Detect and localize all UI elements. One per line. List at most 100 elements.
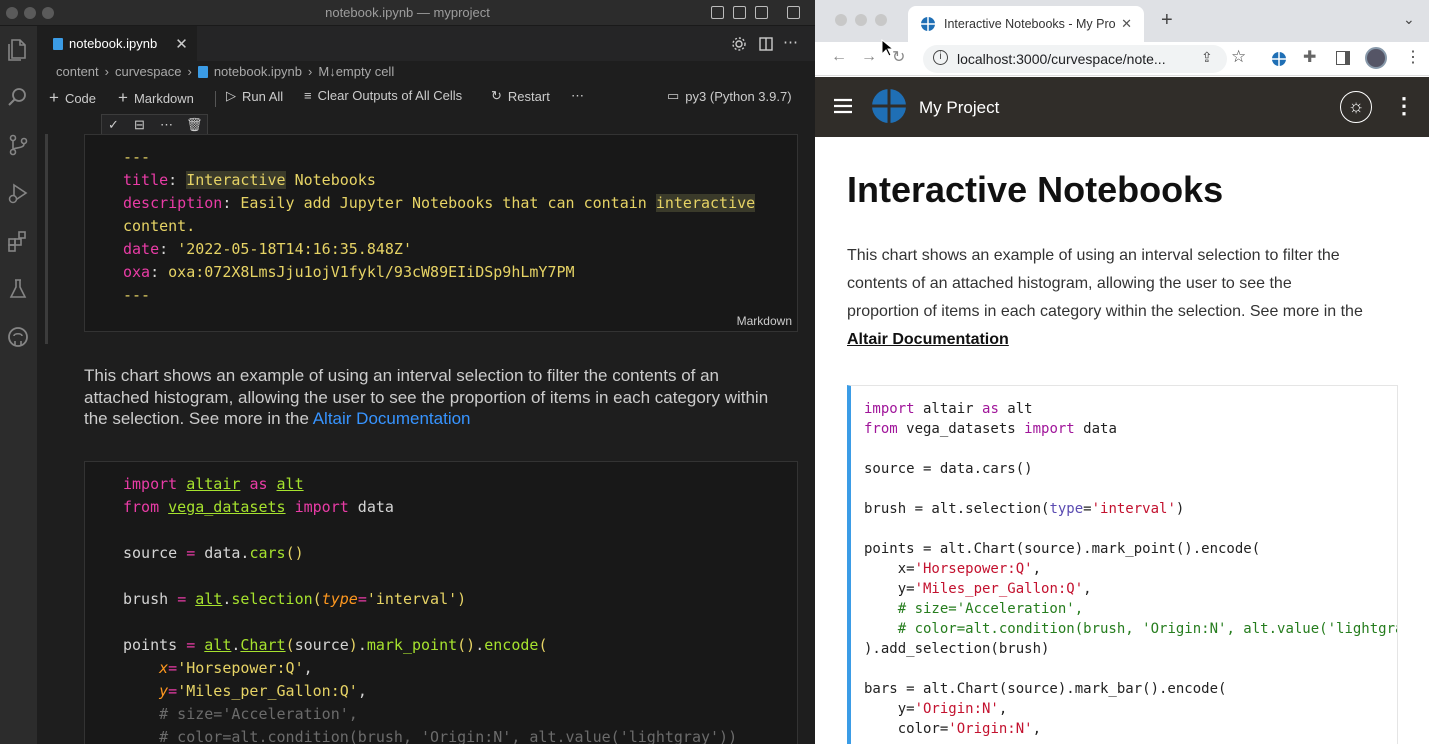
star-icon[interactable]: ☆ [1231,47,1246,67]
more-icon[interactable]: ⋯ [160,117,173,133]
tab-notebook[interactable]: notebook.ipynb ✕ [37,26,197,61]
altair-docs-link[interactable]: Altair Documentation [847,331,1009,348]
rendered-markdown: This chart shows an example of using an … [84,365,784,430]
new-tab-button[interactable]: + [1161,9,1173,32]
article-paragraph: This chart shows an example of using an … [847,242,1367,354]
cell-focus-indicator [45,134,48,344]
plus-icon: + [49,88,59,107]
kernel-picker[interactable]: ▭ py3 (Python 3.9.7) [667,88,792,104]
close-window-button[interactable] [835,14,847,26]
delete-icon[interactable]: 🗑 [186,117,203,133]
logo[interactable] [871,88,907,124]
reload-icon[interactable]: ↻ [892,47,905,67]
more-icon[interactable]: ⋯ [571,88,584,104]
source-control-icon[interactable] [5,132,31,158]
restart-button[interactable]: ↻ Restart [491,88,550,104]
menu-icon[interactable] [834,98,852,114]
code-editor[interactable]: import altair as alt from vega_datasets … [123,473,737,744]
toggle-panel-icon[interactable] [733,6,746,19]
breadcrumb-item[interactable]: M↓empty cell [318,64,394,79]
window-title: notebook.ipynb — myproject [325,5,490,20]
browser-menu-icon[interactable]: ⋮ [1405,47,1421,67]
site-title[interactable]: My Project [919,98,999,118]
breadcrumb: content › curvespace › notebook.ipynb › M↓e… [56,64,394,79]
frontmatter-editor[interactable]: --- title: Interactive Notebooks descrip… [123,146,756,307]
breadcrumb-item[interactable]: content [56,64,99,79]
toggle-sidebar-icon[interactable] [711,6,724,19]
url-field[interactable]: i localhost:3000/curvespace/note... ⇪ [923,45,1227,73]
tab-search-icon[interactable]: ⌄ [1403,11,1415,28]
sidebar-icon[interactable] [1336,51,1350,65]
fm-value: Easily add Jupyter Notebooks that can co… [240,194,647,212]
more-actions-icon[interactable]: ⋯ [783,33,798,51]
run-all-button[interactable]: ▷ Run All [226,88,283,104]
vscode-window: notebook.ipynb — myproject notebook.ipyn… [0,0,815,744]
share-icon[interactable]: ⇪ [1201,49,1213,66]
code-block: import altair as alt from vega_datasets … [847,385,1398,744]
plus-icon: + [118,88,128,107]
extensions-puzzle-icon[interactable]: ✚ [1303,47,1316,67]
curvenote-extension-icon[interactable] [1271,51,1287,67]
restart-label: Restart [507,88,550,104]
run-debug-icon[interactable] [5,180,31,206]
breadcrumb-item[interactable]: notebook.ipynb [214,64,302,79]
check-icon[interactable]: ✓ [108,117,119,133]
paragraph-text: This chart shows an example of using an … [847,247,1363,320]
code-cell[interactable]: import altair as alt from vega_datasets … [84,461,798,744]
settings-icon[interactable] [731,36,747,52]
split-cell-icon[interactable]: ⊟ [134,117,145,133]
minimize-window-button[interactable] [855,14,867,26]
clear-outputs-label: Clear Outputs of All Cells [317,88,463,103]
browser-tab[interactable]: Interactive Notebooks - My Pro ✕ [908,6,1144,42]
info-icon[interactable]: i [933,50,948,65]
fm-value: content. [123,217,196,235]
fm-value: interactive [655,194,756,212]
customize-layout-icon[interactable] [787,6,800,19]
breadcrumb-item[interactable]: curvespace [115,64,181,79]
notebook-file-icon [197,65,208,78]
chevron-right-icon: › [308,64,313,79]
toolbar-divider [215,91,216,107]
editor-tabs: notebook.ipynb ✕ ⋯ [37,26,815,61]
address-bar: ← → ↻ i localhost:3000/curvespace/note..… [815,42,1429,76]
search-icon[interactable] [5,84,31,110]
fm-dashes: --- [123,286,151,304]
add-markdown-button[interactable]: + Markdown [118,88,194,108]
notebook-toolbar: + Code + Markdown ▷ Run All ≡ Clear Outputs … [49,88,815,110]
fm-key: description [123,194,223,212]
extensions-icon[interactable] [5,228,31,254]
code-block-text: import altair as alt from vega_datasets … [864,401,1398,737]
clear-outputs-button[interactable]: ≡ Clear Outputs of All Cells [304,88,462,103]
altair-docs-link[interactable]: Altair Documentation [313,409,471,428]
cell-language-label[interactable]: Markdown [737,314,792,328]
testing-icon[interactable] [5,276,31,302]
notebook-file-icon [53,37,63,50]
close-icon[interactable]: ✕ [175,35,188,53]
kebab-icon[interactable]: ⋮ [1393,93,1415,119]
close-icon[interactable]: ✕ [1121,16,1132,32]
add-markdown-label: Markdown [133,90,194,106]
site-header: My Project ☼ ⋮ [815,77,1429,137]
fm-key: title [123,171,169,189]
browser-tab-title: Interactive Notebooks - My Pro [944,17,1116,31]
fm-dashes: --- [123,148,151,166]
toggle-secondary-sidebar-icon[interactable] [755,6,768,19]
clear-all-icon: ≡ [304,88,312,103]
kernel-icon: ▭ [667,88,680,103]
forward-icon[interactable]: → [861,48,877,66]
zoom-window-button[interactable] [875,14,887,26]
split-editor-icon[interactable] [758,36,774,52]
back-icon[interactable]: ← [831,48,847,66]
editor-area: notebook.ipynb ✕ ⋯ content › curvespace › … [37,26,815,744]
markdown-cell[interactable]: --- title: Interactive Notebooks descrip… [84,134,798,332]
url-text: localhost:3000/curvespace/note... [957,51,1166,67]
activity-bar [0,26,37,744]
github-icon[interactable] [5,324,31,350]
theme-toggle-icon[interactable]: ☼ [1340,91,1372,123]
fm-value: Interactive [186,171,286,189]
fm-value: '2022-05-18T14:16:35.848Z' [177,240,412,258]
files-icon[interactable] [5,36,31,62]
avatar[interactable] [1365,47,1387,69]
run-all-icon: ▷ [226,88,236,103]
add-code-button[interactable]: + Code [49,88,96,108]
